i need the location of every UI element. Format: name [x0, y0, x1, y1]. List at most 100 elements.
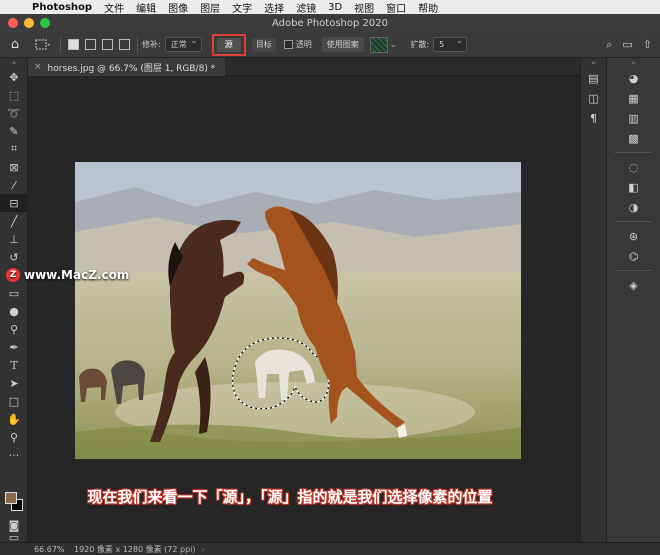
diffusion-label: 扩散: — [410, 40, 430, 49]
document-tab-bar: × horses.jpg @ 66.7% (图层 1, RGB/8) * — [28, 58, 580, 76]
crop-tool-icon[interactable]: ⌗ — [0, 140, 28, 158]
new-selection-icon[interactable] — [68, 39, 79, 50]
window-title-bar: Adobe Photoshop 2020 — [0, 14, 660, 32]
search-icon[interactable]: ⌕ — [606, 38, 612, 52]
rectangle-tool-icon[interactable]: □ — [0, 392, 28, 410]
watermark: Z www.MacZ.com — [6, 268, 129, 282]
repair-mode-value: 正常 — [170, 40, 187, 49]
zoom-level[interactable]: 66.67% — [34, 545, 70, 554]
menu-file[interactable]: 文件 — [98, 0, 130, 15]
horses-photo — [75, 162, 521, 459]
history-panel-icon[interactable]: ▤ — [581, 68, 606, 88]
close-window-button[interactable] — [8, 18, 18, 28]
transparent-checkbox[interactable] — [283, 40, 293, 49]
divider — [614, 221, 653, 222]
subtract-selection-icon[interactable] — [102, 39, 113, 50]
eyedropper-tool-icon[interactable]: ⁄ — [0, 176, 28, 194]
document-tab-title: horses.jpg @ 66.7% (图层 1, RGB/8) * — [47, 63, 216, 74]
document-image[interactable] — [75, 162, 521, 459]
menu-type[interactable]: 文字 — [226, 0, 258, 15]
diffusion-dropdown[interactable]: 5 — [433, 36, 468, 52]
clone-stamp-tool-icon[interactable]: ⊥ — [0, 230, 28, 248]
transparent-label: 透明 — [295, 40, 312, 49]
gradient-tool-icon[interactable]: ▭ — [0, 284, 28, 302]
screen-mode-icon[interactable]: ▭ — [0, 531, 28, 544]
add-selection-icon[interactable] — [85, 39, 96, 50]
menu-photoshop[interactable]: Photoshop — [26, 2, 98, 13]
menu-image[interactable]: 图像 — [162, 0, 194, 15]
layers-panel-icon[interactable]: ◈ — [607, 275, 660, 295]
dodge-tool-icon[interactable]: ⚲ — [0, 320, 28, 338]
more-tools-icon[interactable]: ··· — [0, 446, 28, 464]
type-tool-icon[interactable]: T — [0, 356, 28, 374]
paragraph-panel-icon[interactable]: ¶ — [581, 108, 606, 128]
hand-tool-icon[interactable]: ✋ — [0, 410, 28, 428]
workspace-icon[interactable]: ▭ — [622, 38, 632, 52]
lasso-tool-icon[interactable]: ➰ — [0, 104, 28, 122]
adjustments-panel-icon[interactable]: ◑ — [607, 197, 660, 217]
window-title: Adobe Photoshop 2020 — [272, 17, 388, 29]
close-icon[interactable]: × — [34, 62, 42, 72]
menu-window[interactable]: 窗口 — [380, 0, 412, 15]
mac-menu-bar: Photoshop 文件 编辑 图像 图层 文字 选择 滤镜 3D 视图 窗口 … — [0, 0, 660, 15]
document-tab[interactable]: × horses.jpg @ 66.7% (图层 1, RGB/8) * — [28, 58, 226, 76]
properties-panel-icon[interactable]: ◫ — [581, 88, 606, 108]
gradients-panel-icon[interactable]: ▥ — [607, 108, 660, 128]
swatches-panel-icon[interactable]: ▦ — [607, 88, 660, 108]
target-button[interactable]: 目标 — [251, 37, 276, 52]
frame-tool-icon[interactable]: ⊠ — [0, 158, 28, 176]
libraries-panel-icon[interactable]: ◧ — [607, 177, 660, 197]
quick-select-tool-icon[interactable]: ✎ — [0, 122, 28, 140]
panel-grip-icon: » — [631, 59, 636, 67]
window-controls — [8, 18, 50, 28]
use-pattern-button[interactable]: 使用图案 — [321, 37, 364, 52]
brush-tool-icon[interactable]: ╱ — [0, 212, 28, 230]
repair-label: 修补: — [142, 40, 161, 49]
tutorial-caption: 现在我们来看一下「源」，「源」指的就是我们选择像素的位置 — [87, 488, 493, 506]
home-icon[interactable]: ⌂ — [0, 36, 30, 54]
move-tool-icon[interactable]: ✥ — [0, 68, 28, 86]
menu-filter[interactable]: 滤镜 — [290, 0, 322, 15]
pattern-picker[interactable] — [369, 36, 388, 53]
history-brush-tool-icon[interactable]: ↺ — [0, 248, 28, 266]
source-button[interactable]: 源 — [216, 37, 241, 52]
divider — [137, 35, 138, 54]
path-select-tool-icon[interactable]: ➤ — [0, 374, 28, 392]
options-bar: ⌂ 修补: 正常 源 目标 透明 使用图案 ⌄ 扩散: 5 ⌕ ▭ ⇧ — [0, 32, 660, 58]
minimize-window-button[interactable] — [24, 18, 34, 28]
divider — [60, 35, 61, 54]
menu-layer[interactable]: 图层 — [194, 0, 226, 15]
pen-tool-icon[interactable]: ✒ — [0, 338, 28, 356]
repair-mode-dropdown[interactable]: 正常 — [164, 36, 202, 52]
chevron-right-icon[interactable]: › — [202, 545, 205, 554]
menu-3d[interactable]: 3D — [322, 2, 348, 13]
menu-view[interactable]: 视图 — [348, 0, 380, 15]
zoom-tool-icon[interactable]: ⚲ — [0, 428, 28, 446]
patterns-panel-icon[interactable]: ▩ — [607, 128, 660, 148]
menu-help[interactable]: 帮助 — [412, 0, 444, 15]
menu-select[interactable]: 选择 — [258, 0, 290, 15]
paths-panel-icon[interactable]: ⌬ — [607, 246, 660, 266]
color-panel-icon[interactable]: ◕ — [607, 68, 660, 88]
zoom-window-button[interactable] — [40, 18, 50, 28]
panel-group-strip: » ◕ ▦ ▥ ▩ ◌ ◧ ◑ ⊛ ⌬ ◈ — [606, 58, 660, 542]
options-right-icons: ⌕ ▭ ⇧ — [606, 38, 652, 52]
macz-logo-icon: Z — [6, 268, 20, 282]
marquee-tool-icon[interactable]: ⬚ — [0, 86, 28, 104]
patch-tool-icon[interactable]: ⊟ — [0, 194, 28, 212]
blur-tool-icon[interactable]: ● — [0, 302, 28, 320]
share-icon[interactable]: ⇧ — [643, 38, 652, 52]
menu-edit[interactable]: 编辑 — [130, 0, 162, 15]
tools-panel: » ✥ ⬚ ➰ ✎ ⌗ ⊠ ⁄ ⊟ ╱ ⊥ ↺ ◇ ▭ ● ⚲ ✒ T ➤ □ … — [0, 58, 28, 544]
panel-icon-strip: « ▤ ◫ ¶ — [580, 58, 606, 542]
status-bar: 66.67% 1920 像素 x 1280 像素 (72 ppi) › — [0, 542, 660, 555]
chevron-down-icon[interactable]: ⌄ — [390, 40, 397, 49]
canvas-area[interactable] — [28, 76, 580, 542]
diffusion-value: 5 — [439, 40, 445, 49]
source-highlight-box: 源 — [211, 33, 246, 56]
patch-tool-preset-icon[interactable] — [30, 36, 56, 54]
intersect-selection-icon[interactable] — [119, 39, 130, 50]
panel-grip-icon: « — [591, 59, 596, 67]
learn-panel-icon[interactable]: ◌ — [607, 157, 660, 177]
channels-panel-icon[interactable]: ⊛ — [607, 226, 660, 246]
